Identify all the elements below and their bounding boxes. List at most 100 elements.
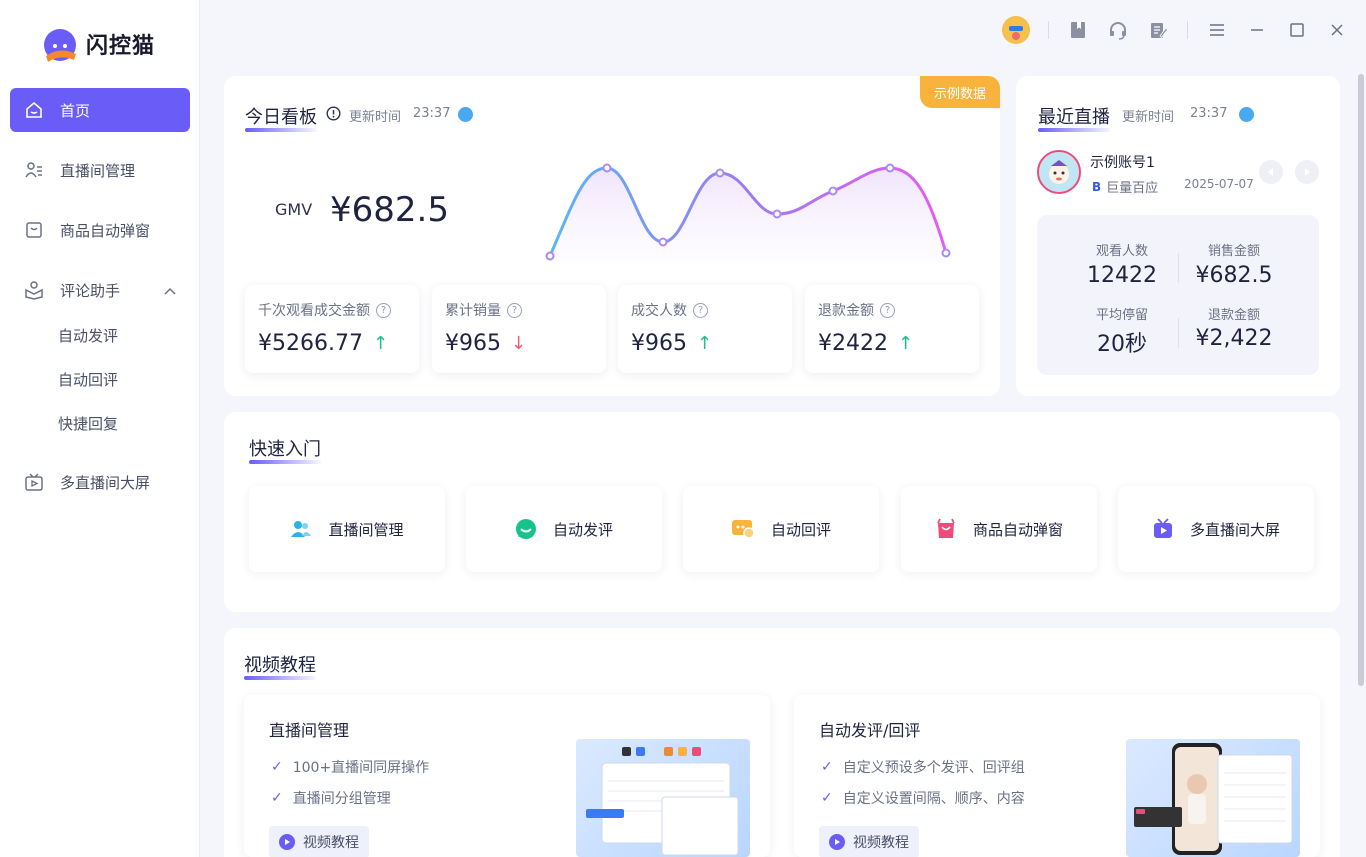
prev-arrow-button[interactable] [1259, 160, 1283, 184]
video-tutorial-button[interactable]: 视频教程 [819, 826, 919, 857]
tutorial-title: 自动发评/回评 [819, 721, 921, 740]
app-name: 闪控猫 [86, 34, 156, 59]
sidebar: 闪控猫 首页 直播间管理 商品自动弹窗 评论助手 自动发评 自动回评 快捷回复 … [0, 0, 200, 857]
close-icon[interactable] [1326, 19, 1348, 41]
toolbar-divider [1048, 21, 1049, 39]
check-icon: ✓ [821, 759, 833, 775]
edit-note-icon[interactable] [1147, 19, 1169, 41]
sidebar-item-comment-helper[interactable]: 评论助手 [10, 268, 190, 312]
stat-label: 退款金额 [818, 303, 874, 319]
scrollbar[interactable] [1358, 74, 1364, 686]
headset-icon[interactable] [1107, 19, 1129, 41]
stat-card-buyers: 成交人数? ¥965 ↑ [618, 285, 792, 373]
video-tutorial-button[interactable]: 视频教程 [269, 826, 369, 857]
gmv-label: GMV [275, 200, 313, 219]
caret-right-icon [1305, 168, 1310, 176]
stat-label: 观看人数 [1095, 244, 1148, 259]
help-icon[interactable]: ? [693, 302, 708, 318]
tutorial-card-auto-comment: 自动发评/回评 ✓ 自定义预设多个发评、回评组 ✓ 自定义设置间隔、顺序、内容 视频… [794, 695, 1320, 857]
check-icon: ✓ [271, 759, 283, 775]
tutorial-thumbnail[interactable] [576, 739, 750, 857]
tutorial-card-live-room: 直播间管理 ✓ 100+直播间同屏操作 ✓ 直播间分组管理 视频教程 [244, 695, 770, 857]
quick-entry-live-room-manage[interactable]: 直播间管理 [249, 486, 445, 572]
stat-value: ¥965 [445, 331, 501, 356]
quick-entry-label: 多直播间大屏 [1189, 520, 1280, 539]
caret-left-icon [1268, 168, 1273, 176]
stat-card-refund: 退款金额? ¥2422 ↑ [805, 285, 979, 373]
info-icon[interactable] [326, 106, 341, 121]
sidebar-item-label: 商品自动弹窗 [60, 221, 151, 240]
trend-up-icon: ↑ [372, 333, 389, 354]
quick-entry-auto-comment[interactable]: 自动发评 [466, 486, 662, 572]
quick-entry-label: 自动回评 [770, 520, 831, 539]
live-date: 2025-07-07 [1184, 177, 1254, 191]
cat-logo-icon [44, 29, 76, 62]
quick-start-title: 快速入门 [249, 435, 321, 464]
help-icon[interactable]: ? [507, 302, 522, 318]
sidebar-item-label: 首页 [60, 101, 91, 120]
check-icon: ✓ [821, 790, 833, 806]
sidebar-item-product-popup[interactable]: 商品自动弹窗 [10, 208, 190, 252]
quick-entry-label: 自动发评 [552, 520, 613, 539]
sidebar-item-home[interactable]: 首页 [10, 88, 190, 132]
minimize-icon[interactable] [1246, 19, 1268, 41]
stat-divider [1178, 318, 1179, 348]
tv-screen-icon [1153, 518, 1172, 538]
sidebar-item-multi-screen[interactable]: 多直播间大屏 [10, 460, 190, 504]
next-arrow-button[interactable] [1295, 160, 1319, 184]
tutorial-bullet: 直播间分组管理 [292, 791, 391, 807]
toolbar-divider [1187, 21, 1188, 39]
recent-live-stats: 观看人数 12422 销售金额 ¥682.5 平均停留 20秒 退款金额 ¥2,… [1037, 215, 1319, 375]
help-icon[interactable]: ? [376, 302, 391, 318]
stat-label: 累计销量 [445, 303, 501, 319]
play-icon [279, 834, 295, 850]
users-icon [291, 521, 312, 537]
quick-entry-product-popup[interactable]: 商品自动弹窗 [901, 486, 1097, 572]
account-name: 示例账号1 [1090, 155, 1155, 171]
stat-label: 退款金额 [1207, 308, 1260, 323]
sidebar-item-label: 直播间管理 [60, 161, 136, 180]
play-icon [829, 834, 845, 850]
today-board-title: 今日看板 [245, 103, 317, 132]
home-icon [22, 98, 46, 122]
sidebar-subitem-auto-reply[interactable]: 自动回评 [58, 369, 118, 390]
stat-value: ¥965 [631, 331, 687, 356]
sample-data-badge: 示例数据 [920, 76, 1000, 108]
trend-up-icon: ↑ [898, 333, 914, 354]
menu-icon[interactable] [1206, 19, 1228, 41]
stat-value: ¥2422 [818, 331, 888, 356]
help-icon[interactable]: ? [880, 302, 895, 318]
recent-live-title: 最近直播 [1038, 103, 1110, 132]
window-toolbar [1002, 14, 1348, 46]
sidebar-item-live-room-manage[interactable]: 直播间管理 [10, 148, 190, 192]
sidebar-subitem-auto-comment[interactable]: 自动发评 [58, 325, 118, 346]
quick-entry-auto-reply[interactable]: 自动回评 [683, 486, 879, 572]
sidebar-subitem-quick-reply[interactable]: 快捷回复 [58, 413, 118, 434]
shopping-bag-icon [937, 518, 955, 538]
bookmark-book-icon[interactable] [1067, 19, 1089, 41]
trend-down-icon: ↓ [511, 333, 527, 354]
sidebar-item-label: 多直播间大屏 [60, 473, 151, 492]
maximize-icon[interactable] [1286, 19, 1308, 41]
chevron-up-icon[interactable] [164, 281, 176, 299]
quick-entry-label: 商品自动弹窗 [972, 520, 1063, 539]
tutorial-bullet: 自定义预设多个发评、回评组 [842, 760, 1025, 776]
user-avatar[interactable] [1002, 16, 1030, 44]
comment-helper-icon [22, 278, 46, 302]
quick-entry-multi-screen[interactable]: 多直播间大屏 [1118, 486, 1314, 572]
stat-label: 平均停留 [1095, 308, 1148, 323]
gmv-trend-chart [545, 163, 951, 263]
refresh-icon[interactable] [458, 107, 473, 122]
stat-value: ¥682.5 [1195, 263, 1273, 288]
tutorial-thumbnail[interactable] [1126, 739, 1300, 857]
refresh-icon[interactable] [1239, 107, 1254, 122]
update-time-value: 23:37 [413, 106, 451, 121]
tv-icon [22, 470, 46, 494]
stat-value: ¥2,422 [1195, 326, 1273, 351]
update-time-label: 更新时间 [1122, 110, 1175, 125]
stat-label: 千次观看成交金额 [258, 303, 370, 319]
video-tutorials-title: 视频教程 [244, 651, 316, 680]
platform-logo-icon: B [1092, 179, 1102, 194]
bag-icon [22, 218, 46, 242]
chat-bubble-icon [515, 519, 536, 539]
